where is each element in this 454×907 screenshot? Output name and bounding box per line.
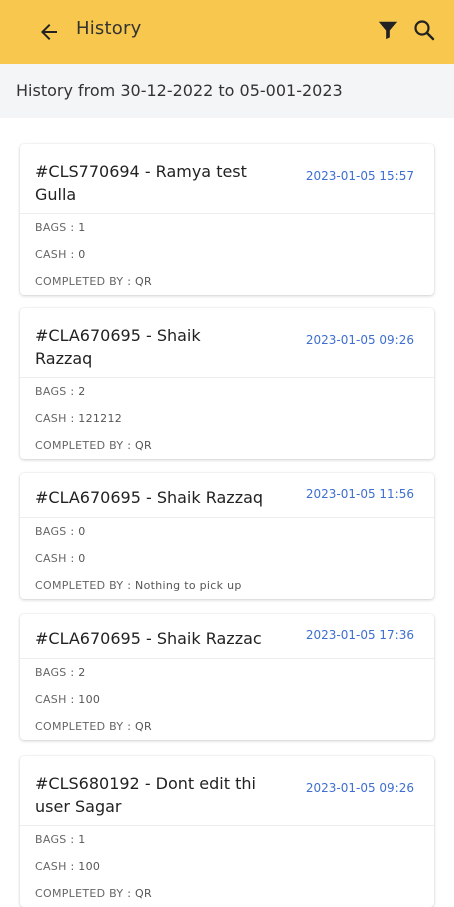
cash-row: CASH : 121212 xyxy=(20,405,434,432)
card-date: 2023-01-05 11:56 xyxy=(305,487,414,501)
bags-value: : 1 xyxy=(70,833,86,846)
date-range-bar: History from 30-12-2022 to 05-001-2023 xyxy=(0,64,454,118)
card-header: #CLA670695 - Shaik Razzaq 2023-01-05 11:… xyxy=(20,473,434,518)
completed-by-value: : Nothing to pick up xyxy=(127,579,242,592)
cash-label: CASH xyxy=(35,552,67,565)
card-header: #CLA670695 - Shaik Razzaq 2023-01-05 09:… xyxy=(20,308,434,378)
card-header: #CLA670695 - Shaik Razzac 2023-01-05 17:… xyxy=(20,614,434,659)
cash-label: CASH xyxy=(35,860,67,873)
card-header: #CLS770694 - Ramya test Gulla 2023-01-05… xyxy=(20,144,434,214)
card-date: 2023-01-05 09:26 xyxy=(305,781,414,795)
card-header: #CLS680192 - Dont edit thi user Sagar 20… xyxy=(20,756,434,826)
bags-label: BAGS xyxy=(35,221,67,234)
card-title: #CLS770694 - Ramya test Gulla xyxy=(35,162,247,204)
search-icon xyxy=(414,20,435,41)
completed-by-row: COMPLETED BY : QR xyxy=(20,880,434,907)
completed-by-row: COMPLETED BY : QR xyxy=(20,713,434,740)
card-title: #CLA670695 - Shaik Razzaq xyxy=(35,326,201,368)
app-bar: History xyxy=(0,0,454,64)
card-date: 2023-01-05 17:36 xyxy=(305,628,414,642)
bags-row: BAGS : 2 xyxy=(20,659,434,686)
bags-value: : 1 xyxy=(70,221,86,234)
cash-row: CASH : 0 xyxy=(20,241,434,268)
completed-by-row: COMPLETED BY : QR xyxy=(20,432,434,459)
completed-by-value: : QR xyxy=(127,720,152,733)
cash-value: : 0 xyxy=(70,248,86,261)
cash-value: : 100 xyxy=(70,693,101,706)
completed-by-label: COMPLETED BY xyxy=(35,579,124,592)
completed-by-label: COMPLETED BY xyxy=(35,275,124,288)
card-title: #CLA670695 - Shaik Razzac xyxy=(35,629,262,648)
card-title: #CLA670695 - Shaik Razzaq xyxy=(35,488,264,507)
card-title: #CLS680192 - Dont edit thi user Sagar xyxy=(35,774,256,816)
completed-by-label: COMPLETED BY xyxy=(35,439,124,452)
bags-row: BAGS : 1 xyxy=(20,214,434,241)
cash-label: CASH xyxy=(35,412,67,425)
cash-value: : 100 xyxy=(70,860,101,873)
history-card[interactable]: #CLS680192 - Dont edit thi user Sagar 20… xyxy=(20,756,434,907)
bags-row: BAGS : 2 xyxy=(20,378,434,405)
bags-row: BAGS : 0 xyxy=(20,518,434,545)
page-title: History xyxy=(76,18,142,39)
back-arrow-icon xyxy=(41,24,57,40)
date-range-text: History from 30-12-2022 to 05-001-2023 xyxy=(16,81,343,100)
bags-value: : 2 xyxy=(70,385,86,398)
cash-row: CASH : 100 xyxy=(20,853,434,880)
completed-by-value: : QR xyxy=(127,887,152,900)
card-date: 2023-01-05 15:57 xyxy=(305,169,414,183)
bags-label: BAGS xyxy=(35,666,67,679)
history-card[interactable]: #CLS770694 - Ramya test Gulla 2023-01-05… xyxy=(20,144,434,295)
cash-row: CASH : 0 xyxy=(20,545,434,572)
completed-by-value: : QR xyxy=(127,275,152,288)
cash-row: CASH : 100 xyxy=(20,686,434,713)
card-date: 2023-01-05 09:26 xyxy=(305,333,414,347)
cash-label: CASH xyxy=(35,693,67,706)
bags-value: : 2 xyxy=(70,666,86,679)
bags-label: BAGS xyxy=(35,525,67,538)
bags-row: BAGS : 1 xyxy=(20,826,434,853)
cash-value: : 0 xyxy=(70,552,86,565)
filter-button[interactable] xyxy=(374,16,402,44)
completed-by-row: COMPLETED BY : Nothing to pick up xyxy=(20,572,434,599)
history-card[interactable]: #CLA670695 - Shaik Razzac 2023-01-05 17:… xyxy=(20,614,434,740)
search-button[interactable] xyxy=(408,14,440,46)
history-card[interactable]: #CLA670695 - Shaik Razzaq 2023-01-05 11:… xyxy=(20,473,434,599)
cash-label: CASH xyxy=(35,248,67,261)
completed-by-label: COMPLETED BY xyxy=(35,720,124,733)
bags-value: : 0 xyxy=(70,525,86,538)
completed-by-label: COMPLETED BY xyxy=(35,887,124,900)
history-card[interactable]: #CLA670695 - Shaik Razzaq 2023-01-05 09:… xyxy=(20,308,434,459)
bags-label: BAGS xyxy=(35,385,67,398)
back-button[interactable] xyxy=(33,16,65,48)
filter-icon xyxy=(378,21,398,40)
bags-label: BAGS xyxy=(35,833,67,846)
completed-by-value: : QR xyxy=(127,439,152,452)
completed-by-row: COMPLETED BY : QR xyxy=(20,268,434,295)
cash-value: : 121212 xyxy=(70,412,123,425)
